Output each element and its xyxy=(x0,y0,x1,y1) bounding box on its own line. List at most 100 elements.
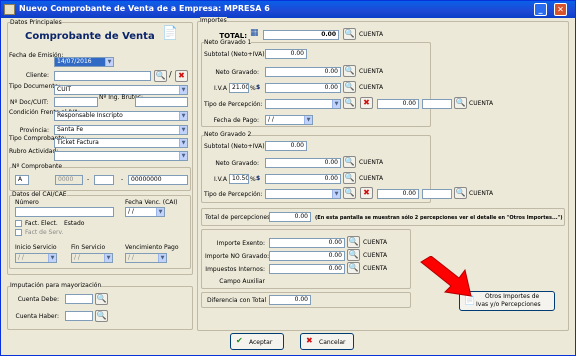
fact-elect-label: Fact. Elect. xyxy=(25,220,58,227)
percepcion-1-amount-input[interactable]: 0.00 xyxy=(377,99,419,109)
total-cuenta-search-button[interactable]: 🔍 xyxy=(343,28,356,40)
nro-comprobante-label: Nº Comprobante xyxy=(12,163,63,171)
percepcion-2-cuenta-search-button[interactable]: 🔍 xyxy=(454,187,467,199)
total-percepciones-label: Total de percepciones xyxy=(205,214,271,221)
check-icon: ✔ xyxy=(236,336,243,345)
iva-2-dollar-icon[interactable]: $ xyxy=(256,175,260,183)
fact-serv-label: Fact de Serv. xyxy=(25,229,64,236)
total-cuenta-label: CUENTA xyxy=(359,31,384,38)
iva-1-label: I.V.A xyxy=(213,85,227,92)
exento-cuenta-search-button[interactable]: 🔍 xyxy=(347,236,360,248)
percepcion-2-delete-button[interactable]: ✖ xyxy=(360,187,373,199)
fecha-pago-select[interactable]: / / ▼ xyxy=(265,115,313,125)
iva-1-amount-input[interactable]: 0.00 xyxy=(265,83,341,93)
app-icon xyxy=(4,4,15,15)
otros-importes-label-1: Otros Importes de xyxy=(485,293,540,300)
iva-2-amount-input[interactable]: 0.00 xyxy=(265,174,341,184)
numero-comprobante-input[interactable]: 00000000 xyxy=(128,175,188,185)
percepcion-1-delete-button[interactable]: ✖ xyxy=(360,97,373,109)
iva-2-rate-input[interactable]: 10.50 xyxy=(229,174,249,184)
punto-venta-extra-input[interactable] xyxy=(94,175,114,185)
fact-serv-checkbox[interactable] xyxy=(15,229,22,236)
cliente-input[interactable] xyxy=(54,71,151,81)
iva-1-pct: % xyxy=(250,85,256,92)
cuenta-haber-search-button[interactable]: 🔍 xyxy=(95,310,108,322)
cai-group-label: Datos del CAI/CAE xyxy=(12,191,67,199)
neto-gravado-2-label: Neto Gravado 2 xyxy=(204,131,252,139)
percepcion-1-search-button[interactable]: 🔍 xyxy=(343,97,356,109)
imputacion-label: Imputación para mayorización xyxy=(10,282,102,290)
condicion-iva-select[interactable]: Responsable Inscripto ▼ xyxy=(54,111,188,121)
fecha-emision-field[interactable]: 14/07/2016 ▼ xyxy=(54,57,114,67)
cuenta-haber-label: Cuenta Haber: xyxy=(15,313,60,320)
impuestos-internos-input[interactable]: 0.00 xyxy=(269,264,345,274)
cancel-icon: ✖ xyxy=(306,336,313,345)
rubro-select[interactable]: ▼ xyxy=(54,151,188,161)
separator-dash: - xyxy=(87,176,90,183)
neto-gravado-1-input[interactable]: 0.00 xyxy=(265,67,341,77)
tipo-percepcion-2-select[interactable]: ▼ xyxy=(265,189,341,199)
percepcion-2-cuenta-input[interactable] xyxy=(422,189,452,199)
importe-no-gravado-input[interactable]: 0.00 xyxy=(269,251,345,261)
iva-1-cuenta-search-button[interactable]: 🔍 xyxy=(343,81,356,93)
subtotal-2-input[interactable]: 0.00 xyxy=(265,141,307,151)
total-percepciones-input[interactable]: 0.00 xyxy=(269,212,311,222)
calculator-icon[interactable]: ▦ xyxy=(250,29,259,38)
iva-1-dollar-icon[interactable]: $ xyxy=(256,84,260,92)
imp-int-cuenta-search-button[interactable]: 🔍 xyxy=(347,262,360,274)
importe-exento-label: Importe Exento: xyxy=(216,240,265,247)
cuenta-haber-input[interactable] xyxy=(65,311,93,321)
percepcion-2-amount-input[interactable]: 0.00 xyxy=(377,189,419,199)
nro-doc-input[interactable] xyxy=(54,97,98,107)
total-input[interactable]: 0.00 xyxy=(263,30,339,40)
fact-elect-checkbox[interactable] xyxy=(15,220,22,227)
importe-exento-input[interactable]: 0.00 xyxy=(269,238,345,248)
iva-1-cuenta-label: CUENTA xyxy=(359,84,384,91)
cuenta-debe-input[interactable] xyxy=(65,294,93,304)
cuenta-debe-search-button[interactable]: 🔍 xyxy=(95,293,108,305)
imp-int-cuenta-label: CUENTA xyxy=(363,265,388,272)
campo-auxiliar-input[interactable] xyxy=(269,277,345,287)
subtotal-1-input[interactable]: 0.00 xyxy=(265,49,307,59)
numero-cai-input[interactable] xyxy=(15,207,114,217)
cancelar-button[interactable]: ✖ Cancelar xyxy=(300,333,354,350)
diferencia-input[interactable]: 0.00 xyxy=(269,295,311,305)
close-button[interactable]: ✕ xyxy=(554,3,567,16)
iva-2-cuenta-label: CUENTA xyxy=(359,175,384,182)
neto-gravado-2-input[interactable]: 0.00 xyxy=(265,158,341,168)
fin-servicio-select[interactable]: / / ▼ xyxy=(71,253,113,263)
minimize-button[interactable]: _ xyxy=(534,3,547,16)
vencimiento-pago-label: Vencimiento Pago xyxy=(125,244,179,251)
cliente-clear-button[interactable]: ✖ xyxy=(175,70,188,82)
nro-ing-brutos-input[interactable] xyxy=(135,97,188,107)
vencimiento-pago-select[interactable]: / / ▼ xyxy=(125,253,167,263)
iva-2-pct: % xyxy=(250,176,256,183)
red-arrow-icon xyxy=(420,256,472,297)
no-gravado-cuenta-search-button[interactable]: 🔍 xyxy=(347,249,360,261)
neto-1-cuenta-label: CUENTA xyxy=(359,68,384,75)
fecha-venc-cai-select[interactable]: / / ▼ xyxy=(125,207,165,217)
percepcion-2-search-button[interactable]: 🔍 xyxy=(343,187,356,199)
tipo-percepcion-1-select[interactable]: ▼ xyxy=(265,99,341,109)
iva-2-cuenta-search-button[interactable]: 🔍 xyxy=(343,172,356,184)
aceptar-button[interactable]: ✔ Aceptar xyxy=(230,333,284,350)
neto-2-cuenta-search-button[interactable]: 🔍 xyxy=(343,156,356,168)
iva-1-rate-input[interactable]: 21.00 xyxy=(229,83,249,93)
letra-input[interactable]: A xyxy=(15,175,29,185)
tipo-comprobante-label: Tipo Comprobante: xyxy=(9,135,67,142)
cliente-edit-icon[interactable]: / xyxy=(169,71,172,79)
estado-label: Estado xyxy=(64,220,85,227)
inicio-servicio-select[interactable]: / / ▼ xyxy=(15,253,57,263)
punto-venta-input[interactable]: 0000 xyxy=(55,175,83,185)
cliente-search-button[interactable]: 🔍 xyxy=(154,70,167,82)
fecha-emision-label: Fecha de Emisión: xyxy=(9,52,64,59)
provincia-select[interactable]: Santa Fe ▼ xyxy=(54,125,188,135)
importes-label: Importes xyxy=(200,17,227,25)
condicion-iva-label: Condición Frente al IVA: xyxy=(9,109,81,116)
window-title: Nuevo Comprobante de Venta de a Empresa:… xyxy=(19,4,270,13)
percepcion-1-cuenta-search-button[interactable]: 🔍 xyxy=(454,97,467,109)
neto-gravado-1-field-label: Neto Gravado: xyxy=(215,69,259,76)
neto-1-cuenta-search-button[interactable]: 🔍 xyxy=(343,65,356,77)
percepcion-1-cuenta-input[interactable] xyxy=(422,99,452,109)
tipo-comprobante-select[interactable]: Ticket Factura ▼ xyxy=(54,138,188,148)
